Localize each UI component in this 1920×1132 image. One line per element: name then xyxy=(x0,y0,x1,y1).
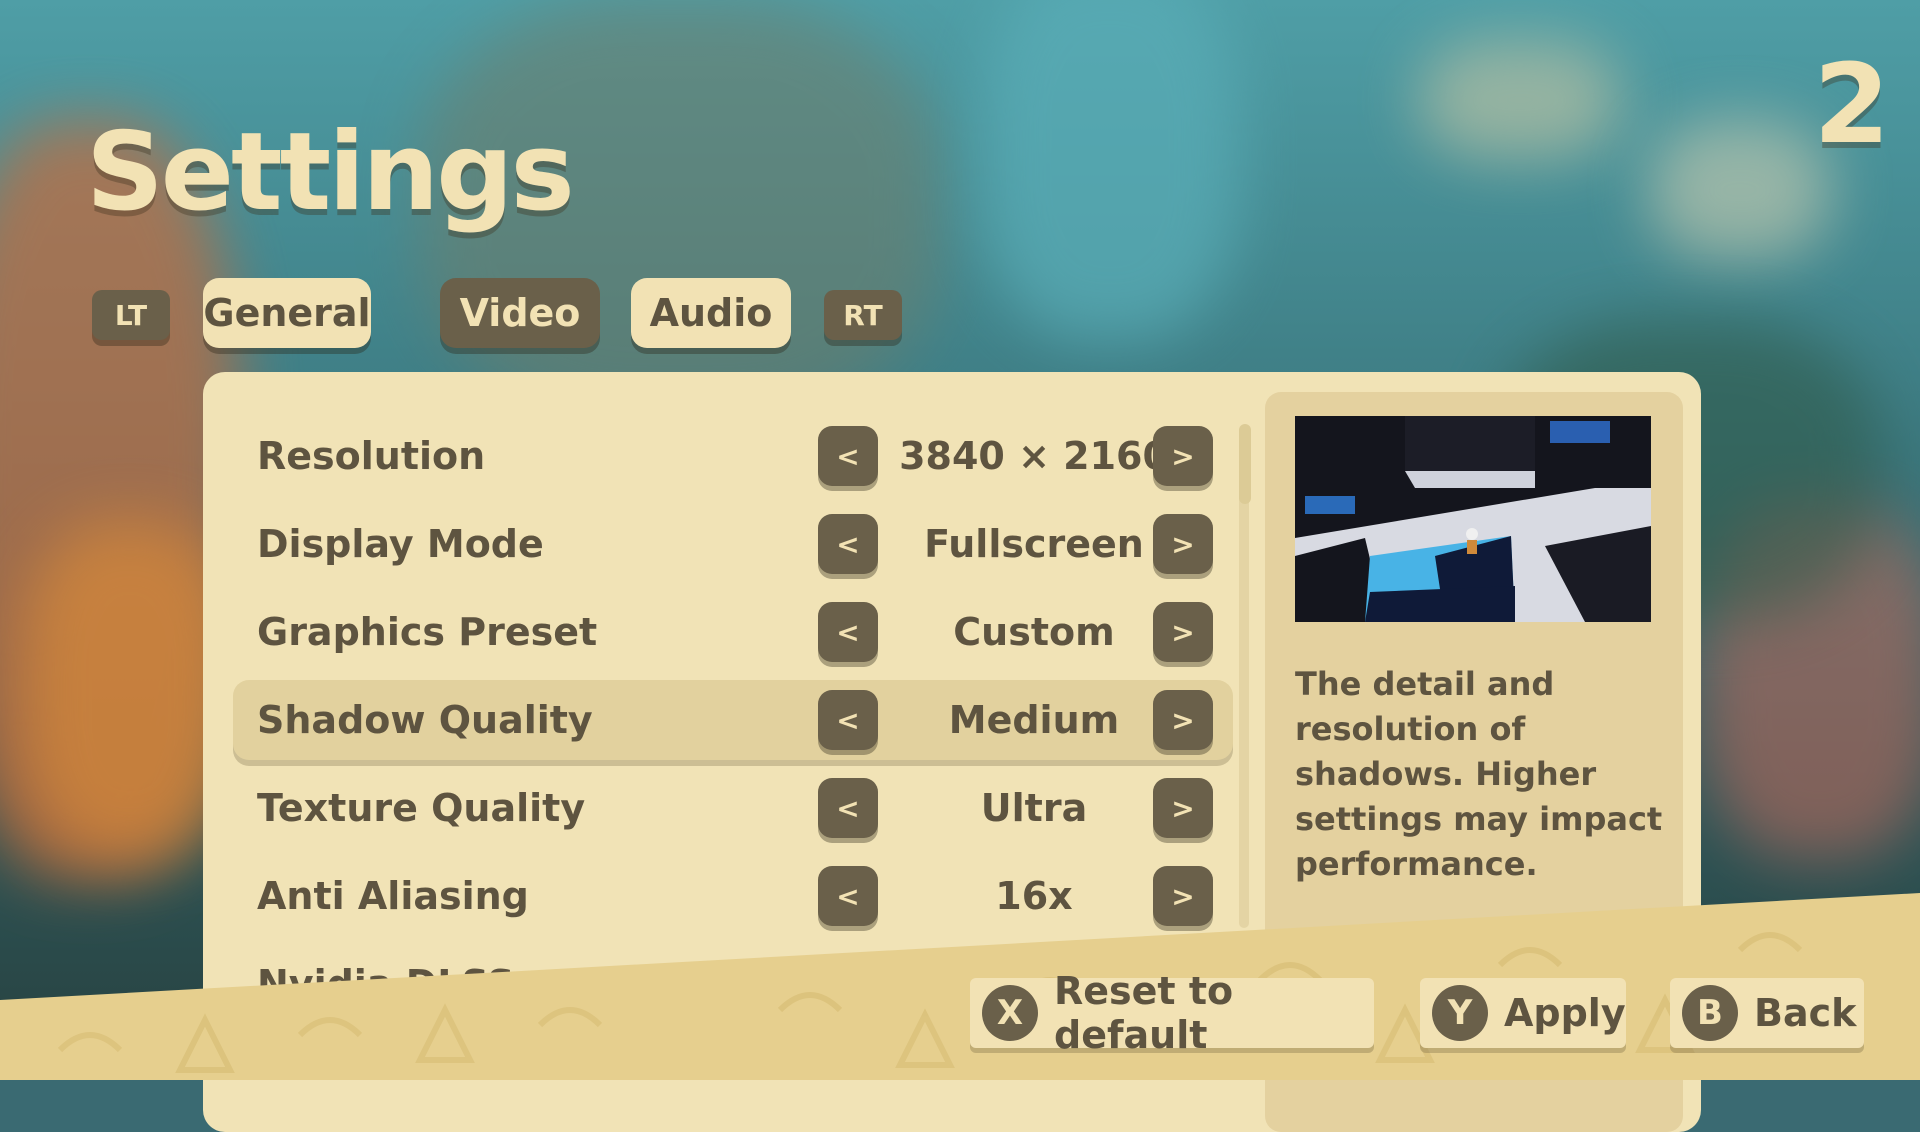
tab-general[interactable]: General xyxy=(203,278,371,348)
setting-label: Resolution xyxy=(257,434,486,478)
increase-arrow-button[interactable]: > xyxy=(1153,778,1213,838)
increase-arrow-button[interactable]: > xyxy=(1153,514,1213,574)
decrease-arrow-button[interactable]: < xyxy=(818,426,878,486)
apply-label: Apply xyxy=(1504,991,1626,1035)
decrease-arrow-button[interactable]: < xyxy=(818,514,878,574)
setting-value: Custom xyxy=(953,610,1115,654)
decrease-arrow-button[interactable]: < xyxy=(818,866,878,926)
decrease-arrow-button[interactable]: < xyxy=(818,778,878,838)
increase-arrow-button[interactable]: > xyxy=(1153,690,1213,750)
setting-value: Fullscreen xyxy=(924,522,1144,566)
apply-button[interactable]: Y Apply xyxy=(1420,978,1626,1048)
decrease-arrow-button[interactable] xyxy=(818,954,878,1014)
increase-arrow-button[interactable]: > xyxy=(1153,602,1213,662)
setting-label: Nvidia DLSS xyxy=(257,962,515,1006)
setting-label: Anti Aliasing xyxy=(257,874,529,918)
y-button-icon: Y xyxy=(1432,985,1488,1041)
setting-row-resolution[interactable]: Resolution < 3840 × 2160 > xyxy=(233,416,1233,496)
setting-label: Display Mode xyxy=(257,522,544,566)
rt-bumper-button[interactable]: RT xyxy=(824,290,902,340)
x-button-icon: X xyxy=(982,985,1038,1041)
setting-value: 3840 × 2160 xyxy=(899,434,1169,478)
setting-row-texture-quality[interactable]: Texture Quality < Ultra > xyxy=(233,768,1233,848)
increase-arrow-button[interactable]: > xyxy=(1153,866,1213,926)
setting-preview-image xyxy=(1295,416,1651,622)
setting-value: 16x xyxy=(995,874,1073,918)
b-button-icon: B xyxy=(1682,985,1738,1041)
reset-label: Reset to default xyxy=(1054,969,1234,1057)
decrease-arrow-button[interactable]: < xyxy=(818,602,878,662)
decrease-arrow-button[interactable]: < xyxy=(818,690,878,750)
setting-label: Texture Quality xyxy=(257,786,586,830)
page-number: 2 xyxy=(1813,40,1890,168)
tab-video[interactable]: Video xyxy=(440,278,600,348)
setting-label: Shadow Quality xyxy=(257,698,593,742)
lt-bumper-button[interactable]: LT xyxy=(92,290,170,340)
setting-value: Ultra xyxy=(980,786,1088,830)
setting-row-anti-aliasing[interactable]: Anti Aliasing < 16x > xyxy=(233,856,1233,936)
back-label: Back xyxy=(1754,991,1857,1035)
increase-arrow-button[interactable]: > xyxy=(1153,426,1213,486)
setting-row-graphics-preset[interactable]: Graphics Preset < Custom > xyxy=(233,592,1233,672)
tab-audio[interactable]: Audio xyxy=(631,278,791,348)
page-title: Settings xyxy=(86,110,575,235)
setting-row-display-mode[interactable]: Display Mode < Fullscreen > xyxy=(233,504,1233,584)
setting-label: Graphics Preset xyxy=(257,610,598,654)
setting-description: The detail and resolution of shadows. Hi… xyxy=(1295,665,1663,883)
reset-to-default-button[interactable]: X Reset to default xyxy=(970,969,1374,1057)
scrollbar-thumb[interactable] xyxy=(1239,424,1251,504)
setting-value: Medium xyxy=(948,698,1120,742)
setting-row-shadow-quality[interactable]: Shadow Quality < Medium > xyxy=(233,680,1233,760)
back-button[interactable]: B Back xyxy=(1670,978,1864,1048)
